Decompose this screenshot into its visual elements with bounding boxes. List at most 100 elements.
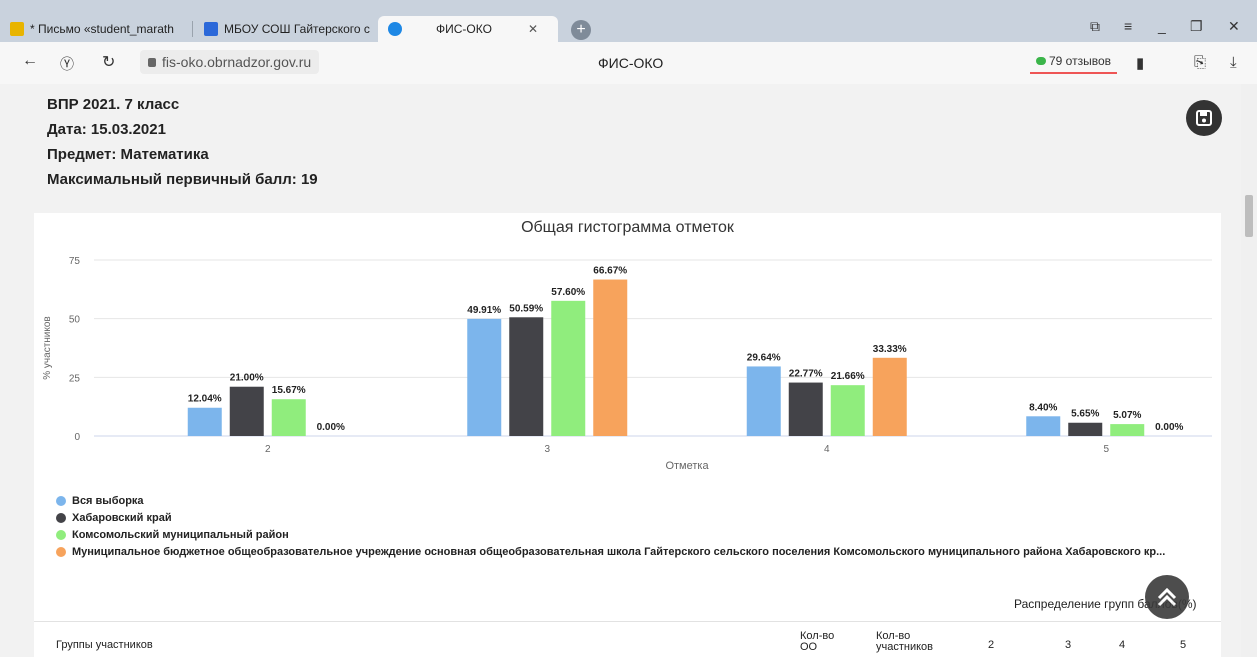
data-label: 50.59%	[509, 303, 543, 314]
legend-swatch	[56, 547, 66, 557]
bar	[551, 300, 586, 436]
col-header-participants: Кол-во участников	[876, 630, 934, 653]
download-icon[interactable]: ⤓	[1230, 54, 1237, 71]
legend-item-2[interactable]: Комсомольский муниципальный район	[56, 529, 289, 541]
x-axis-label: Отметка	[665, 460, 709, 472]
y-tick-label: 25	[69, 373, 81, 384]
data-label: 22.77%	[789, 369, 823, 380]
minimize-icon[interactable]: _	[1158, 18, 1166, 34]
new-tab-button[interactable]: +	[571, 20, 591, 40]
y-tick-label: 0	[74, 432, 80, 443]
legend-swatch	[56, 530, 66, 540]
bar	[830, 385, 865, 436]
scrollbar[interactable]	[1241, 84, 1257, 657]
col-header-4: 4	[1119, 639, 1126, 651]
x-tick-label: 5	[1103, 444, 1109, 455]
data-label: 29.64%	[747, 352, 781, 363]
url-field[interactable]: fis-oko.obrnadzor.gov.ru	[140, 50, 320, 74]
y-tick-label: 50	[69, 315, 81, 326]
y-tick-label: 75	[69, 256, 81, 267]
bar	[593, 279, 628, 436]
data-label: 66.67%	[593, 266, 627, 277]
data-label: 49.91%	[467, 305, 501, 316]
page-title: ФИС-ОКО	[598, 55, 664, 71]
double-chevron-up-icon	[1157, 587, 1177, 607]
reviews-label: 79 отзывов	[1049, 54, 1112, 68]
legend-label: Хабаровский край	[72, 512, 172, 524]
tab-label: * Письмо «student_marath	[30, 22, 174, 36]
tab-manager-icon[interactable]: ⧉	[1090, 18, 1100, 35]
reload-icon[interactable]: ↻	[102, 52, 115, 72]
menu-icon[interactable]: ≡	[1124, 18, 1132, 34]
tab-mail[interactable]: * Письмо «student_marath	[0, 16, 190, 42]
bar	[509, 317, 544, 436]
legend-swatch	[56, 513, 66, 523]
bar	[872, 357, 907, 436]
legend-swatch	[56, 496, 66, 506]
y-axis-label: % участников	[42, 316, 53, 380]
chart-card: Общая гистограмма отметок 0 25 50 75% участ…	[34, 213, 1221, 657]
site-icon	[388, 22, 402, 36]
x-tick-label: 2	[265, 444, 271, 455]
tab-fis-oko[interactable]: ФИС-ОКО ✕	[378, 16, 558, 42]
tab-label: МБОУ СОШ Гайтерского с	[224, 22, 370, 36]
data-label: 57.60%	[551, 287, 585, 298]
url-text: fis-oko.obrnadzor.gov.ru	[162, 54, 312, 70]
data-label: 0.00%	[317, 422, 345, 433]
col-header-2: 2	[988, 639, 995, 651]
legend-item-0[interactable]: Вся выборка	[56, 495, 144, 507]
lock-icon	[148, 57, 156, 67]
window-close-icon[interactable]: ✕	[1228, 18, 1240, 35]
x-tick-label: 3	[544, 444, 550, 455]
legend-label: Вся выборка	[72, 495, 144, 507]
report-subject: Предмет: Математика	[47, 146, 209, 163]
data-label: 8.40%	[1029, 402, 1057, 413]
save-button[interactable]	[1186, 100, 1222, 136]
tab-school[interactable]: МБОУ СОШ Гайтерского с	[194, 16, 374, 42]
col-header-3: 3	[1065, 639, 1072, 651]
table-divider	[34, 621, 1221, 622]
x-tick-label: 4	[824, 444, 830, 455]
data-label: 12.04%	[188, 394, 222, 405]
page-content: ВПР 2021. 7 класс Дата: 15.03.2021 Предм…	[0, 84, 1257, 657]
reviews-button[interactable]: 79 отзывов	[1030, 50, 1118, 74]
address-bar: ← Ⓨ ↻ fis-oko.obrnadzor.gov.ru ФИС-ОКО 7…	[0, 42, 1257, 85]
legend-label: Муниципальное бюджетное общеобразователь…	[72, 546, 1166, 558]
scrollbar-thumb[interactable]	[1245, 195, 1253, 237]
bar	[1068, 422, 1103, 436]
report-title: ВПР 2021. 7 класс	[47, 96, 180, 113]
bar	[1026, 416, 1061, 436]
data-label: 0.00%	[1155, 422, 1183, 433]
envelope-icon	[204, 22, 218, 36]
bar	[788, 382, 823, 436]
bar	[229, 386, 264, 436]
back-icon[interactable]: ←	[22, 52, 38, 70]
bar	[271, 399, 306, 436]
col-header-groups: Группы участников	[56, 639, 153, 651]
legend-label: Комсомольский муниципальный район	[72, 529, 289, 541]
tab-label: ФИС-ОКО	[436, 22, 492, 36]
legend-item-3[interactable]: Муниципальное бюджетное общеобразователь…	[56, 546, 1165, 558]
data-label: 21.66%	[831, 371, 865, 382]
yandex-icon[interactable]: Ⓨ	[60, 54, 74, 74]
bar	[1110, 424, 1145, 436]
mail-icon	[10, 22, 24, 36]
data-label: 21.00%	[230, 373, 264, 384]
restore-icon[interactable]: ❐	[1190, 18, 1203, 35]
bar	[467, 318, 502, 436]
reader-icon[interactable]: ⎘	[1194, 54, 1206, 71]
browser-tab-bar: * Письмо «student_marath МБОУ СОШ Гайтер…	[0, 0, 1257, 42]
bar	[187, 407, 222, 436]
close-tab-icon[interactable]: ✕	[528, 22, 538, 36]
data-label: 5.07%	[1113, 410, 1141, 421]
col-header-5: 5	[1180, 639, 1187, 651]
data-label: 5.65%	[1071, 409, 1099, 420]
col-header-oo: Кол-во ОО	[800, 630, 835, 653]
legend-item-1[interactable]: Хабаровский край	[56, 512, 172, 524]
bookmark-icon[interactable]: ▮	[1136, 54, 1144, 72]
scroll-top-button[interactable]	[1145, 575, 1189, 619]
marks-chart: 0 25 50 75 % участников 2 12.04% 21.00% 15.67% 0.…	[42, 256, 1212, 472]
save-icon	[1196, 110, 1212, 126]
data-label: 15.67%	[272, 385, 306, 396]
data-label: 33.33%	[873, 344, 907, 355]
